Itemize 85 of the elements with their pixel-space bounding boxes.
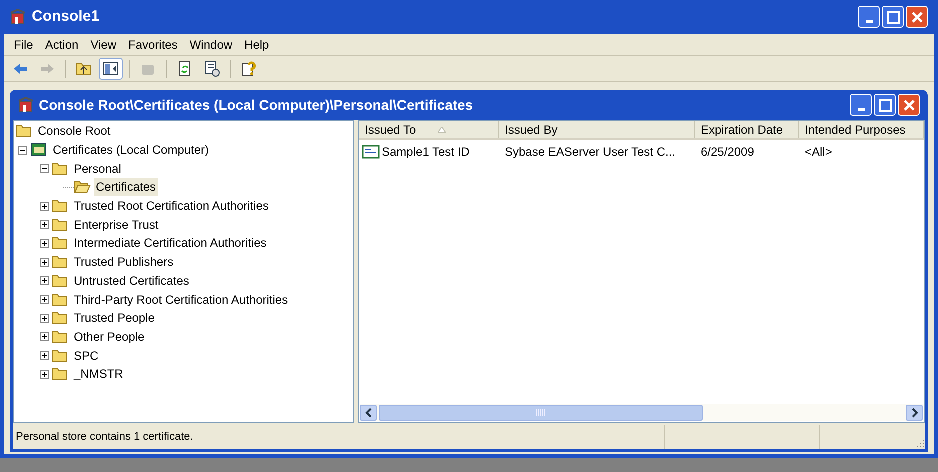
close-button[interactable] [898,94,920,116]
minimize-icon [866,20,872,23]
tree-item[interactable]: Intermediate Certification Authorities [72,234,269,252]
folder-icon [52,310,69,326]
folder-icon [52,366,69,382]
tree-item[interactable]: Trusted Publishers [72,253,176,272]
scroll-thumb[interactable] [379,404,703,420]
folder-icon [52,348,69,364]
folder-icon [52,292,69,308]
tree-item[interactable]: Untrusted Certificates [72,272,192,290]
column-header[interactable]: Expiration Date [695,121,799,138]
close-icon [904,100,914,110]
resize-grip-icon [915,439,925,449]
export-list-icon [204,60,220,76]
tree-item[interactable]: Trusted People [72,309,157,328]
expand-icon[interactable] [40,202,49,211]
expand-icon[interactable] [40,314,49,323]
maximize-icon [886,10,900,24]
folder-icon [16,123,33,140]
grip-icon [536,409,546,416]
minimize-icon [858,108,864,111]
minimize-button[interactable] [858,6,880,28]
folder-icon [52,235,69,252]
scroll-right-button[interactable] [906,404,923,420]
tree-item[interactable]: Other People [72,328,147,346]
child-window-title: Console Root\Certificates (Local Computer)\Personal\Certificates [39,96,474,115]
column-header[interactable]: Intended Purposes [799,121,924,138]
collapse-icon[interactable] [18,146,27,155]
tree-item[interactable]: _NMSTR [72,365,126,384]
console-icon [18,97,34,113]
expand-icon[interactable] [40,370,49,379]
menu-item[interactable]: Help [238,36,276,54]
tree-item[interactable]: Enterprise Trust [72,216,161,234]
tree-item[interactable]: Trusted Root Certification Authorities [72,197,271,216]
tree-item[interactable]: Certificates [94,178,158,196]
maximize-icon [878,98,892,112]
expand-icon[interactable] [40,295,49,304]
expand-icon[interactable] [40,351,49,360]
collapse-icon[interactable] [40,164,49,174]
column-header[interactable]: Issued To [359,121,499,138]
scroll-left-button[interactable] [360,404,377,420]
help-icon [241,60,257,76]
folder-icon [52,272,69,289]
app-icon [10,9,26,25]
table-cell-text: Sample1 Test ID [382,144,470,160]
open-folder-icon [74,179,91,196]
menu-item[interactable]: View [84,36,122,54]
maximize-button[interactable] [882,6,904,28]
tree-item[interactable]: Personal [72,160,124,178]
expand-icon[interactable] [40,258,49,267]
folder-up-icon [76,60,92,76]
table-cell-text: Sybase EAServer User Test C... [505,144,676,160]
window-title: Console1 [32,6,101,27]
table-cell-text: 6/25/2009 [701,144,754,160]
chevron-left-icon [364,408,372,418]
minimize-button[interactable] [850,94,872,116]
close-button[interactable] [906,6,928,28]
table-cell-text: <All> [805,144,832,160]
maximize-button[interactable] [874,94,896,116]
tree-item[interactable]: Console Root [36,122,113,140]
certificate-icon [362,144,380,158]
expand-icon[interactable] [40,220,49,230]
expand-icon[interactable] [40,276,49,286]
certificate-store-icon [30,142,48,158]
menu-item[interactable]: Action [39,36,85,54]
folder-icon [52,254,69,270]
expand-icon[interactable] [40,332,49,342]
menu-item[interactable]: File [8,36,40,54]
pane-toggle-icon [103,60,119,76]
status-text: Personal store contains 1 certificate. [16,430,194,445]
folder-icon [52,198,69,214]
refresh-icon [177,60,193,76]
menu-item[interactable]: Favorites [122,36,184,54]
menu-item[interactable]: Window [184,36,239,54]
column-header[interactable]: Issued By [499,121,695,138]
tree-item[interactable]: Certificates (Local Computer) [51,141,212,160]
chevron-right-icon [910,408,918,418]
folder-icon [52,160,69,177]
folder-icon [52,216,69,233]
tree-item[interactable]: SPC [72,346,101,365]
close-icon [912,12,922,22]
expand-icon[interactable] [40,238,49,248]
tree-item[interactable]: Third-Party Root Certification Authorities [72,290,290,309]
folder-icon [52,328,69,345]
toolbar-button[interactable] [99,58,123,80]
